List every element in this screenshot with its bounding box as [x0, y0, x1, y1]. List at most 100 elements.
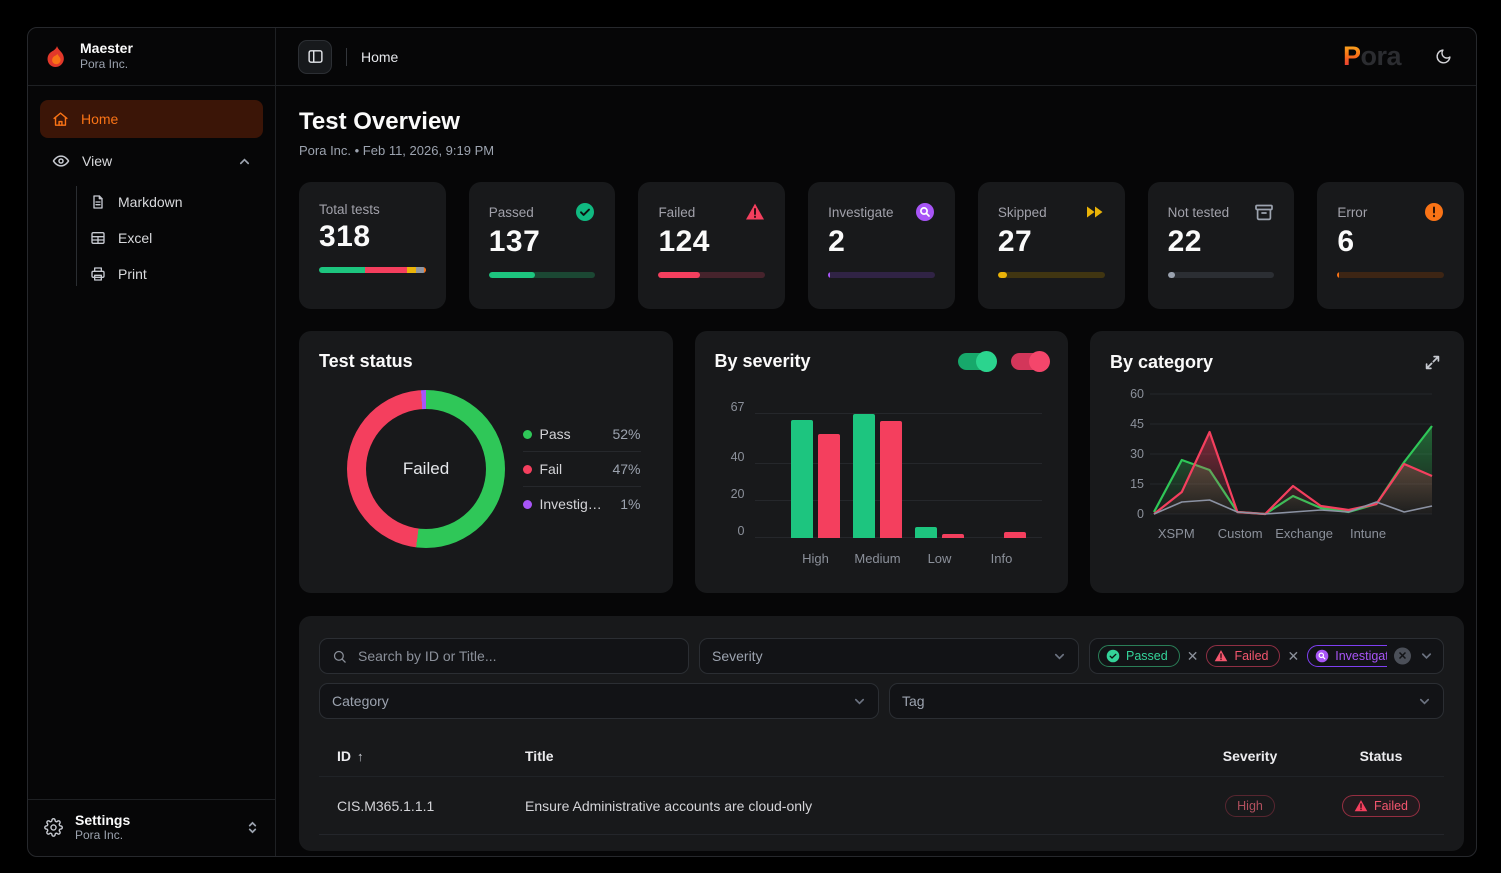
search-field: [319, 638, 689, 674]
status-chip-investigate[interactable]: Investigate: [1307, 645, 1387, 667]
warning-triangle-icon: [745, 202, 765, 222]
stat-label: Passed: [489, 205, 534, 220]
stat-card-investigate: Investigate2: [808, 182, 955, 309]
legend-item-fail[interactable]: Fail47%: [523, 451, 641, 486]
column-header-status[interactable]: Status: [1320, 748, 1442, 764]
severity-badge: High: [1225, 795, 1275, 817]
charts-row: Test status Failed Pass52%Fail47%Investi…: [299, 331, 1464, 593]
settings-button[interactable]: Settings Pora Inc.: [28, 799, 275, 856]
series-toggles: [958, 353, 1048, 370]
legend-value: 47%: [612, 461, 640, 477]
sort-asc-icon: ↑: [357, 749, 364, 764]
archive-icon: [1254, 202, 1274, 222]
status-multiselect[interactable]: Passed ✕ Failed ✕ Investigate ✕: [1089, 638, 1444, 674]
x-axis-label: Medium: [847, 551, 909, 566]
legend-item-pass[interactable]: Pass52%: [523, 417, 641, 451]
results-table: ID↑ Title Severity Status CIS.M365.1.1.1…: [319, 735, 1444, 835]
chart-title: Test status: [319, 351, 653, 372]
x-axis-label: Exchange: [1275, 526, 1333, 541]
page-content: Test Overview Pora Inc. • Feb 11, 2026, …: [276, 86, 1476, 856]
view-submenu: Markdown Excel Print: [64, 184, 263, 292]
series-toggle-failed[interactable]: [1011, 353, 1048, 370]
chevron-down-icon: [1418, 695, 1431, 708]
by-category-card: By category 604530150XSPMCustomExchangeI…: [1090, 331, 1464, 593]
search-input[interactable]: [356, 647, 676, 665]
sidebar-item-excel[interactable]: Excel: [82, 220, 263, 256]
category-select[interactable]: Category: [319, 683, 879, 719]
legend-item-investigate[interactable]: Investigate1%: [523, 486, 641, 521]
sidebar-toggle-button[interactable]: [298, 40, 332, 74]
tag-select[interactable]: Tag: [889, 683, 1444, 719]
stat-value: 22: [1168, 225, 1275, 259]
progress-bar: [658, 272, 765, 278]
sidebar-item-print[interactable]: Print: [82, 256, 263, 292]
stat-label: Not tested: [1168, 205, 1230, 220]
printer-icon: [90, 266, 106, 282]
y-axis-tick: 15: [1130, 477, 1144, 491]
x-axis-label: Custom: [1218, 526, 1263, 541]
status-badge: Failed: [1342, 795, 1420, 817]
toggle-knob: [976, 351, 997, 372]
progress-bar: [489, 272, 596, 278]
progress-bar: [828, 272, 935, 278]
sidebar: Maester Pora Inc. Home View: [28, 28, 276, 856]
severity-select-label: Severity: [712, 648, 763, 664]
status-chip-passed[interactable]: Passed: [1098, 645, 1180, 667]
stat-label: Failed: [658, 205, 695, 220]
y-axis-tick: 60: [1130, 387, 1144, 401]
settings-label: Settings: [75, 812, 130, 829]
bar-group-high: High: [785, 382, 847, 538]
series-toggle-passed[interactable]: [958, 353, 995, 370]
y-axis-tick: 0: [715, 524, 745, 538]
table-body: CIS.M365.1.1.1Ensure Administrative acco…: [319, 777, 1444, 835]
stat-value: 137: [489, 225, 596, 259]
category-line-chart: 604530150XSPMCustomExchangeIntune: [1110, 380, 1444, 558]
bar-passed: [853, 414, 875, 538]
status-chip-failed[interactable]: Failed: [1206, 645, 1280, 667]
flame-logo-icon: [44, 44, 70, 70]
legend-value: 52%: [612, 426, 640, 442]
expand-button[interactable]: [1421, 351, 1444, 374]
clear-filters-icon[interactable]: ✕: [1394, 648, 1411, 665]
table-icon: [90, 230, 106, 246]
breadcrumb[interactable]: Home: [361, 49, 398, 65]
progress-bar: [998, 272, 1105, 278]
bar-passed: [915, 527, 937, 538]
theme-toggle-button[interactable]: [1429, 42, 1458, 71]
column-header-id[interactable]: ID↑: [337, 748, 525, 764]
stat-value: 6: [1337, 225, 1444, 259]
sidebar-item-view[interactable]: View: [40, 142, 263, 180]
sidebar-item-label: View: [82, 153, 112, 169]
severity-select[interactable]: Severity: [699, 638, 1079, 674]
sidebar-item-markdown[interactable]: Markdown: [82, 184, 263, 220]
sidebar-item-home[interactable]: Home: [40, 100, 263, 138]
column-header-title[interactable]: Title: [525, 748, 1180, 764]
stat-value: 318: [319, 220, 426, 254]
legend-dot: [523, 465, 532, 474]
x-axis-label: Intune: [1350, 526, 1386, 541]
bar-group-medium: Medium: [847, 382, 909, 538]
stat-value: 2: [828, 225, 935, 259]
donut-chart: Failed Pass52%Fail47%Investigate1%: [319, 390, 653, 548]
progress-bar: [319, 267, 426, 273]
progress-bar: [1168, 272, 1275, 278]
donut-center-label: Failed: [347, 390, 505, 548]
cell-title: Ensure Administrative accounts are cloud…: [525, 798, 1180, 814]
stat-value: 124: [658, 225, 765, 259]
page-subtitle: Pora Inc. • Feb 11, 2026, 9:19 PM: [299, 143, 1464, 158]
toggle-knob: [1029, 351, 1050, 372]
progress-segment: [407, 267, 416, 273]
legend-dot: [523, 430, 532, 439]
sidebar-item-label: Excel: [118, 230, 152, 246]
remove-chip-icon[interactable]: ✕: [1287, 648, 1299, 665]
column-header-severity[interactable]: Severity: [1180, 748, 1320, 764]
stat-label: Error: [1337, 205, 1367, 220]
chart-title: By severity: [715, 351, 811, 372]
remove-chip-icon[interactable]: ✕: [1187, 648, 1199, 665]
progress-segment: [319, 267, 365, 273]
table-row[interactable]: CIS.M365.1.1.1Ensure Administrative acco…: [319, 777, 1444, 835]
bar-failed: [942, 534, 964, 538]
topbar: Home Pora: [276, 28, 1476, 86]
progress-fill: [828, 272, 830, 278]
results-panel: Severity Passed ✕ Failed ✕ Investigate ✕: [299, 616, 1464, 851]
